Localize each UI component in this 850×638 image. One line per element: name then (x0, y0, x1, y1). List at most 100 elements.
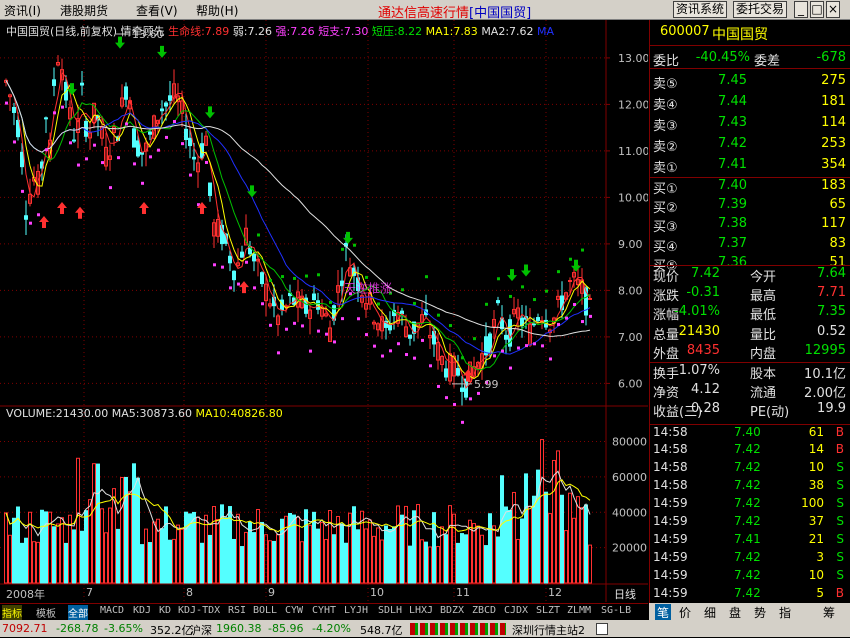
tick-side: S (836, 460, 844, 474)
tab-detail[interactable]: 细 (704, 604, 716, 621)
volume-bar (368, 519, 372, 584)
support-dot (397, 342, 400, 346)
tab-price[interactable]: 价 (679, 604, 691, 621)
volume-bar (124, 476, 128, 584)
tick-volume: 37 (808, 514, 824, 528)
tick-row[interactable]: 14:59 7.41 21 S (650, 532, 850, 550)
tick-row[interactable]: 14:58 7.42 14 B (650, 442, 850, 460)
tab-indicator[interactable]: 指标 (2, 605, 22, 620)
candle-body (124, 86, 128, 100)
tab-chips[interactable]: 筹 (823, 604, 835, 621)
minimize-icon[interactable]: _ (794, 1, 808, 18)
support-dot (501, 349, 504, 353)
tab-all[interactable]: 全部 (68, 605, 88, 620)
quote-header: 600007 中国国贸 (650, 24, 850, 46)
tab-trades[interactable]: 笔 (655, 604, 672, 621)
volume-bar (96, 463, 100, 584)
news-system-button[interactable]: 资讯系统 (673, 1, 728, 18)
x-label-nov: 11 (456, 586, 470, 599)
tab-index[interactable]: 指 (779, 604, 791, 621)
chart-area[interactable]: 13.00 12.00 11.00 10.00 9.00 8.00 7.00 6.00 8000… (0, 20, 650, 602)
tab-rsi[interactable]: RSI (228, 605, 246, 616)
volume-bar (504, 506, 508, 584)
tab-boll[interactable]: BOLL (253, 605, 277, 616)
tab-trend[interactable]: 势 (754, 604, 766, 621)
tab-slzt[interactable]: SLZT (536, 605, 560, 616)
tab-macd[interactable]: MACD (100, 605, 124, 616)
kline-chart[interactable]: 13.00 12.00 11.00 10.00 9.00 8.00 7.00 6.00 8000… (0, 20, 650, 602)
volume-bar (520, 518, 524, 584)
tick-price: 7.42 (734, 568, 761, 582)
tab-template[interactable]: 模板 (36, 605, 56, 620)
stat-label: 外盘 (653, 347, 680, 362)
life-line-value: 生命线:7.89 (168, 25, 230, 38)
volume-bar (444, 534, 448, 584)
tick-row[interactable]: 14:58 7.42 38 S (650, 478, 850, 496)
candle-body (532, 323, 536, 326)
stat-value-2: 7.64 (817, 266, 846, 281)
tab-cyw[interactable]: CYW (285, 605, 303, 616)
ask-level-label: 卖④ (653, 98, 678, 113)
tab-zbcd[interactable]: ZBCD (472, 605, 496, 616)
tick-row[interactable]: 14:59 7.42 100 S (650, 496, 850, 514)
tab-kd[interactable]: KD (159, 605, 171, 616)
menu-item-hk-futures[interactable]: 港股期货 (60, 2, 108, 19)
support-dot (541, 344, 544, 348)
pressure-dot (401, 288, 404, 292)
tick-volume: 38 (808, 478, 824, 492)
candle-body (208, 182, 212, 196)
support-dot (469, 397, 472, 401)
menu-item-view[interactable]: 查看(V) (136, 2, 178, 19)
trade-button[interactable]: 委托交易 (733, 1, 788, 18)
tab-sdlh[interactable]: SDLH (378, 605, 402, 616)
menu-item-help[interactable]: 帮助(H) (196, 2, 238, 19)
support-dot (245, 260, 248, 264)
ask-level-label: 卖⑤ (653, 77, 678, 92)
stat2-row: 收益(三) 0.28 PE(动) 19.9 (650, 401, 850, 420)
tab-lyjh[interactable]: LYJH (344, 605, 368, 616)
tick-row[interactable]: 14:58 7.42 10 S (650, 460, 850, 478)
volume-bar (428, 546, 432, 584)
volume-bar (324, 539, 328, 584)
tab-kdj-tdx[interactable]: KDJ-TDX (178, 605, 220, 616)
stat-label-2: 最低 (750, 308, 777, 323)
tick-row[interactable]: 14:59 7.42 10 S (650, 568, 850, 586)
tick-row[interactable]: 14:58 7.40 61 B (650, 424, 850, 442)
volume-bar (304, 509, 308, 584)
pressure-dot (557, 270, 560, 274)
support-dot (53, 111, 56, 115)
close-icon[interactable]: × (826, 1, 840, 18)
tab-sg-lb[interactable]: SG-LB (601, 605, 631, 616)
pressure-dot (485, 302, 488, 306)
volume-bar (340, 523, 344, 584)
tab-lhxj[interactable]: LHXJ (409, 605, 433, 616)
tab-kdj[interactable]: KDJ (133, 605, 151, 616)
stat-label: 现价 (653, 270, 680, 285)
tab-cjdx[interactable]: CJDX (504, 605, 528, 616)
support-dot (229, 286, 232, 290)
tick-row[interactable]: 14:59 7.42 5 B (650, 586, 850, 604)
support-dot (413, 356, 416, 360)
stat2-value-2: 10.1亿 (804, 367, 846, 382)
pressure-dot (473, 337, 476, 341)
candle-body (408, 334, 412, 339)
volume-bar (76, 457, 80, 584)
volume-bar (12, 517, 16, 584)
support-dot (293, 321, 296, 325)
tab-bdzx[interactable]: BDZX (440, 605, 464, 616)
menu-item-news[interactable]: 资讯(I) (4, 2, 41, 19)
candle-body (84, 120, 88, 137)
tab-board[interactable]: 盘 (729, 604, 741, 621)
tick-row[interactable]: 14:59 7.42 3 S (650, 550, 850, 568)
tick-row[interactable]: 14:59 7.42 37 S (650, 514, 850, 532)
stat2-value-2: 19.9 (817, 401, 846, 416)
support-dot (445, 396, 448, 400)
pressure-dot (281, 275, 284, 279)
restore-icon[interactable]: □ (810, 1, 824, 18)
bid-volume: 117 (821, 216, 846, 231)
tick-price: 7.42 (734, 478, 761, 492)
period-daily-label[interactable]: 日线 (614, 586, 636, 602)
tab-cyht[interactable]: CYHT (312, 605, 336, 616)
sh-index-pct: -3.65% (104, 622, 143, 635)
tab-zlmm[interactable]: ZLMM (567, 605, 591, 616)
